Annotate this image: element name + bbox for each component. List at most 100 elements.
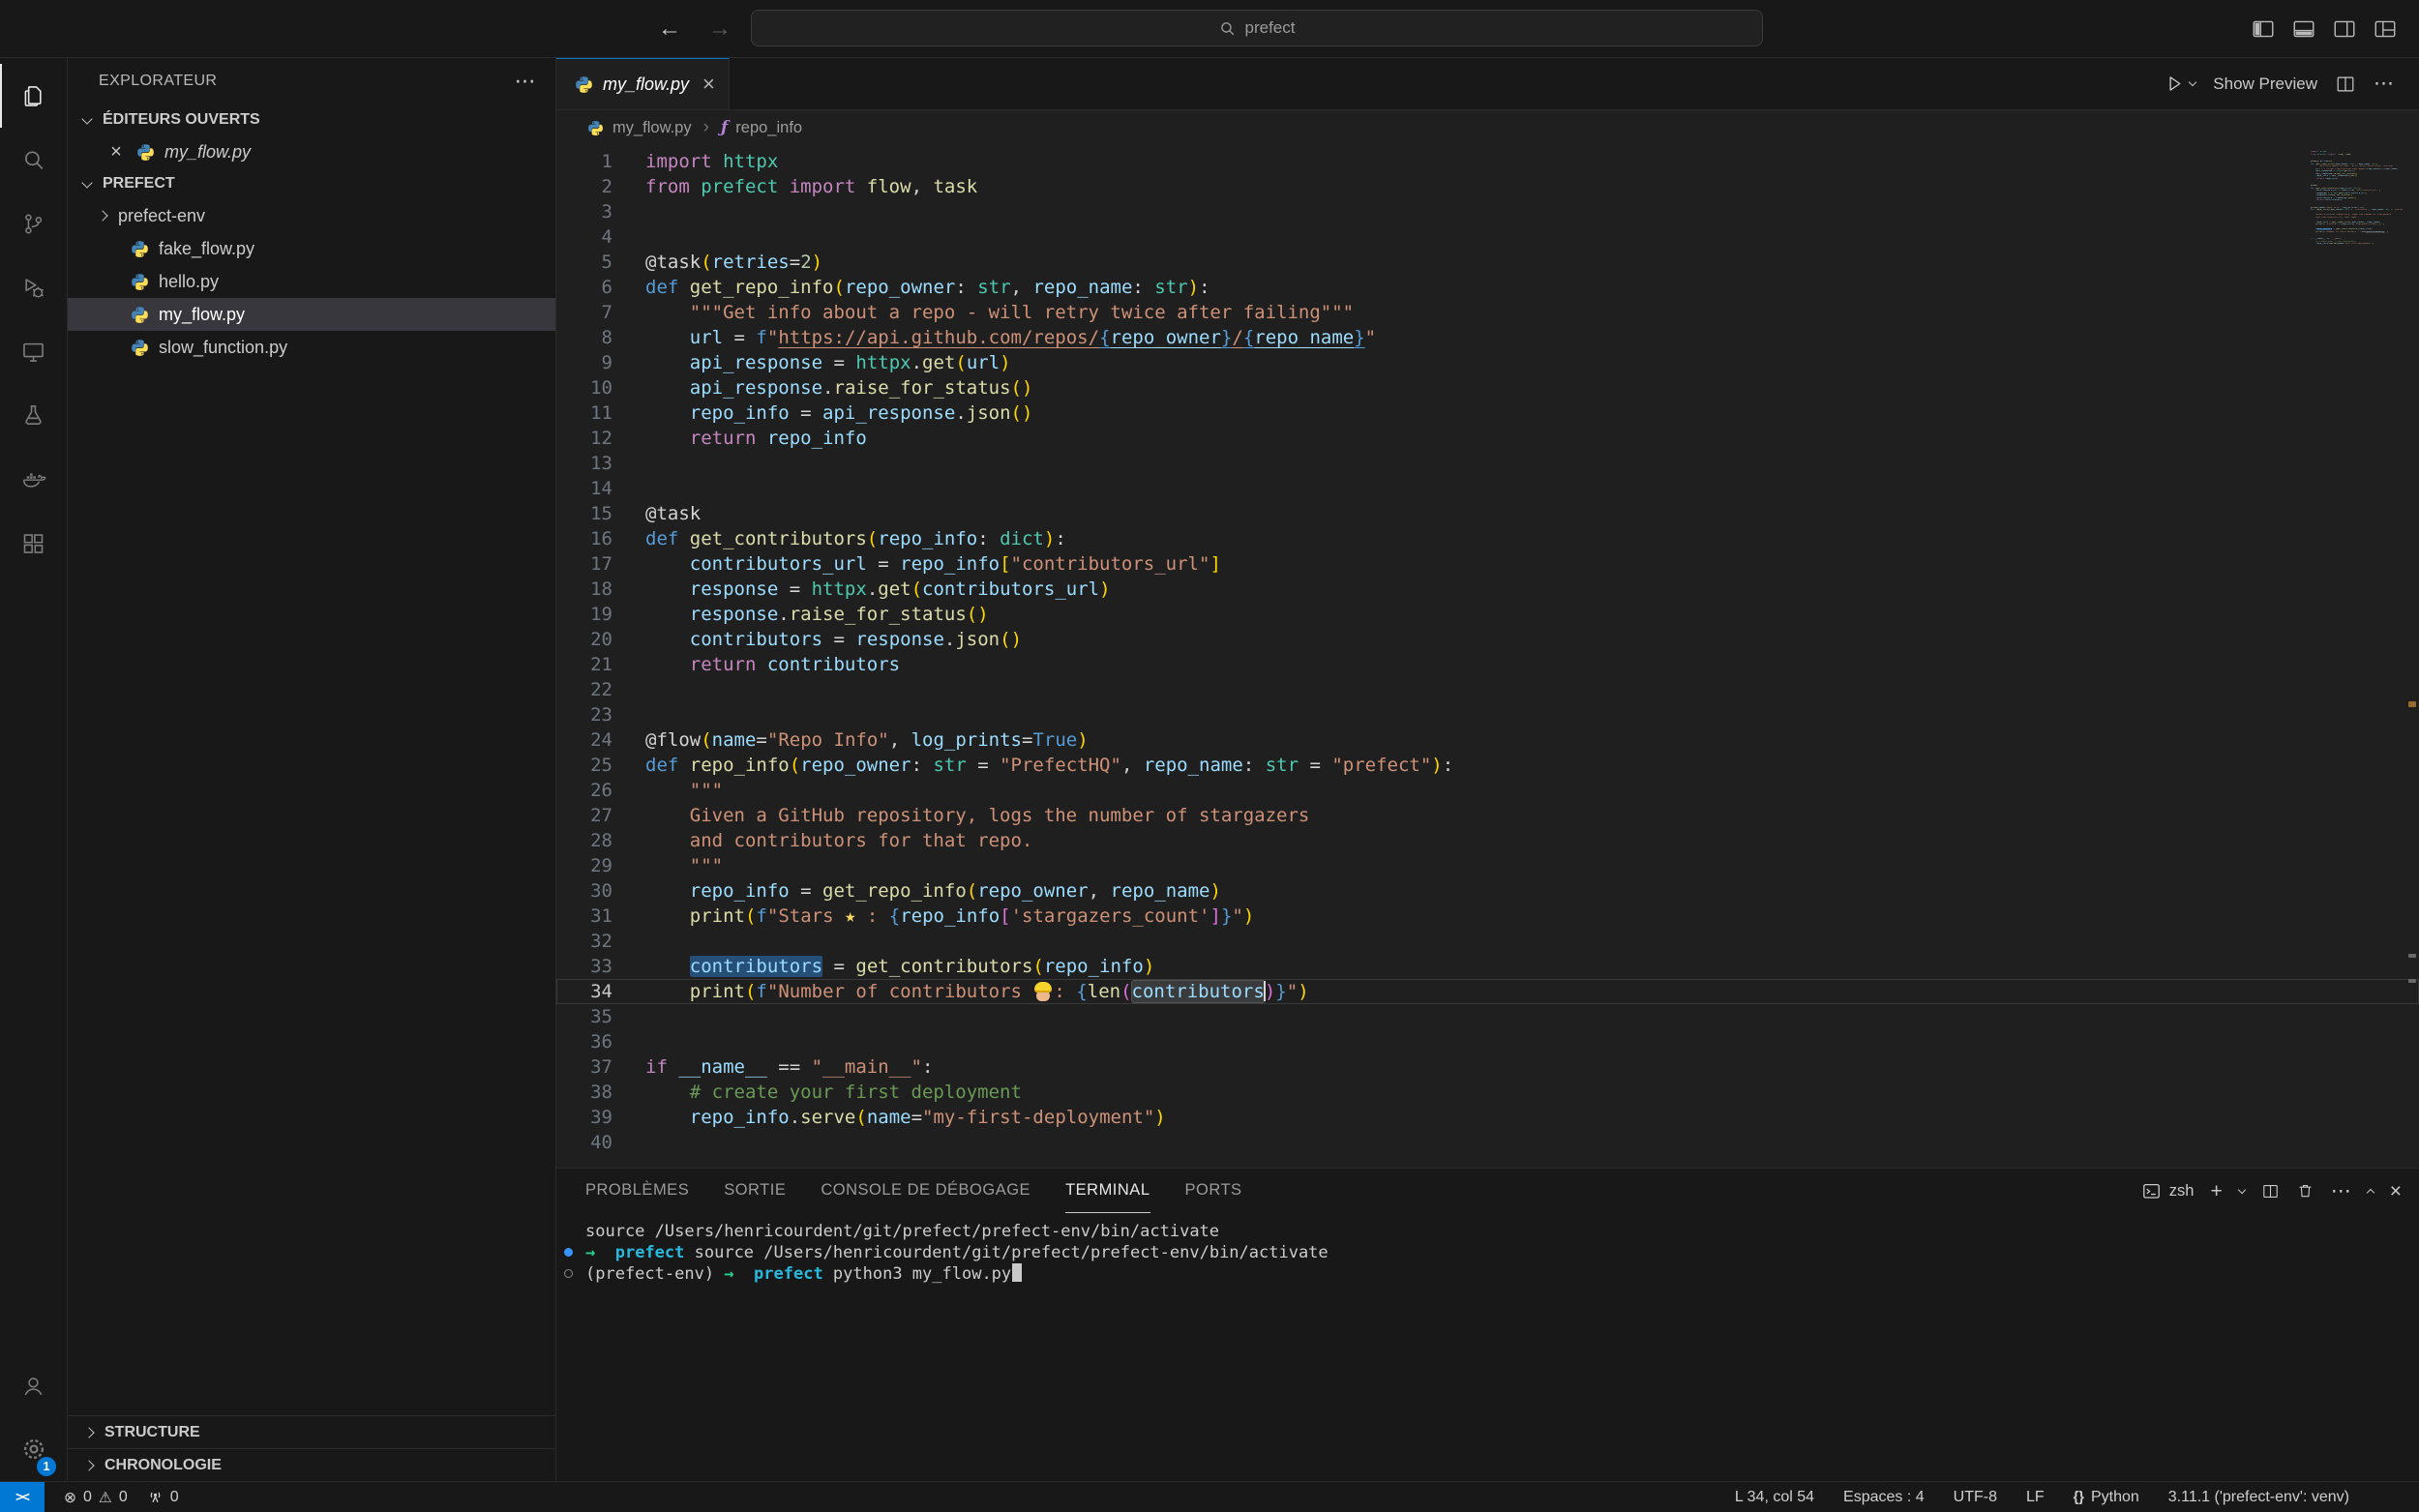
code-line[interactable]: 21 return contributors (556, 652, 2419, 677)
panel-tab-console-de-d-bogage[interactable]: CONSOLE DE DÉBOGAGE (821, 1169, 1030, 1213)
open-editor-item[interactable]: ×my_flow.py (68, 135, 555, 168)
code-line[interactable]: 25def repo_info(repo_owner: str = "Prefe… (556, 753, 2419, 778)
code-line[interactable]: 8 url = f"https://api.github.com/repos/{… (556, 325, 2419, 350)
code-line[interactable]: 19 response.raise_for_status() (556, 602, 2419, 627)
toggle-primary-sidebar-icon[interactable] (2251, 16, 2276, 42)
code-line[interactable]: 13 (556, 451, 2419, 476)
editor-tab-my-flow[interactable]: my_flow.py × (556, 58, 730, 109)
code-line[interactable]: 26 """ (556, 778, 2419, 803)
split-terminal-icon[interactable] (2261, 1182, 2280, 1201)
toggle-secondary-sidebar-icon[interactable] (2332, 16, 2357, 42)
cursor-position[interactable]: L 34, col 54 (1735, 1489, 1814, 1506)
code-line[interactable]: 39 repo_info.serve(name="my-first-deploy… (556, 1105, 2419, 1130)
indentation[interactable]: Espaces : 4 (1843, 1489, 1925, 1506)
code-line[interactable]: 28 and contributors for that repo. (556, 828, 2419, 853)
activity-remote-explorer[interactable] (0, 319, 67, 383)
more-actions-icon[interactable]: ⋯ (515, 69, 536, 94)
code-editor[interactable]: 1import httpx2from prefect import flow, … (556, 145, 2419, 1168)
eol[interactable]: LF (2026, 1489, 2045, 1506)
activity-settings[interactable]: 1 (0, 1417, 67, 1481)
code-line[interactable]: 7 """Get info about a repo - will retry … (556, 300, 2419, 325)
file-item-my-flow-py[interactable]: my_flow.py (68, 298, 555, 331)
toggle-panel-icon[interactable] (2291, 16, 2316, 42)
encoding[interactable]: UTF-8 (1954, 1489, 1997, 1506)
customize-layout-icon[interactable] (2373, 16, 2398, 42)
minimap[interactable]: import httpxfrom prefect import flow, ta… (2311, 151, 2404, 248)
more-actions-icon[interactable]: ⋯ (2331, 1181, 2351, 1201)
panel-tab-probl-mes[interactable]: PROBLÈMES (585, 1169, 689, 1213)
code-line[interactable]: 23 (556, 702, 2419, 727)
more-actions-icon[interactable]: ⋯ (2374, 74, 2394, 94)
back-button[interactable]: ← (658, 15, 681, 43)
folder-item-prefect-env[interactable]: prefect-env (68, 199, 555, 232)
file-item-hello-py[interactable]: hello.py (68, 265, 555, 298)
code-line[interactable]: 12 return repo_info (556, 426, 2419, 451)
code-line[interactable]: 29 """ (556, 853, 2419, 878)
ports-status[interactable]: 0 (147, 1489, 179, 1506)
activity-explorer[interactable] (0, 64, 67, 128)
code-line[interactable]: 10 api_response.raise_for_status() (556, 375, 2419, 400)
sidebar-section-chronologie[interactable]: CHRONOLOGIE (68, 1448, 555, 1481)
code-line[interactable]: 32 (556, 929, 2419, 954)
command-decoration-icon[interactable] (564, 1269, 573, 1278)
close-panel-icon[interactable]: × (2390, 1181, 2402, 1201)
breadcrumb-symbol[interactable]: ƒ repo_info (721, 118, 802, 137)
chevron-down-icon[interactable] (2237, 1185, 2245, 1193)
panel-tab-terminal[interactable]: TERMINAL (1065, 1169, 1150, 1213)
code-line[interactable]: 9 api_response = httpx.get(url) (556, 350, 2419, 375)
close-icon[interactable]: × (702, 72, 715, 97)
code-line[interactable]: 34 print(f"Number of contributors : {len… (556, 979, 2419, 1004)
command-decoration-icon[interactable] (564, 1248, 573, 1257)
code-line[interactable]: 31 print(f"Stars ★ : {repo_info['stargaz… (556, 904, 2419, 929)
sidebar-section-structure[interactable]: STRUCTURE (68, 1415, 555, 1448)
language-mode[interactable]: {} Python (2074, 1489, 2139, 1506)
code-line[interactable]: 18 response = httpx.get(contributors_url… (556, 577, 2419, 602)
code-line[interactable]: 35 (556, 1004, 2419, 1029)
open-editors-section-header[interactable]: ÉDITEURS OUVERTS (68, 104, 555, 135)
code-line[interactable]: 20 contributors = response.json() (556, 627, 2419, 652)
code-line[interactable]: 1import httpx (556, 149, 2419, 174)
code-line[interactable]: 6def get_repo_info(repo_owner: str, repo… (556, 275, 2419, 300)
show-preview-button[interactable]: Show Preview (2213, 74, 2317, 94)
code-line[interactable]: 27 Given a GitHub repository, logs the n… (556, 803, 2419, 828)
breadcrumb-file[interactable]: my_flow.py (585, 118, 692, 137)
split-editor-icon[interactable] (2335, 74, 2356, 95)
kill-terminal-icon[interactable] (2296, 1182, 2314, 1201)
terminal-instance[interactable]: zsh (2142, 1182, 2195, 1201)
panel-tab-ports[interactable]: PORTS (1185, 1169, 1242, 1213)
code-line[interactable]: 36 (556, 1029, 2419, 1054)
command-center-search[interactable]: prefect (751, 10, 1763, 46)
new-terminal-icon[interactable]: + (2210, 1181, 2222, 1201)
code-line[interactable]: 40 (556, 1130, 2419, 1155)
terminal-view[interactable]: source /Users/henricourdent/git/prefect/… (556, 1213, 2419, 1481)
forward-button[interactable]: → (708, 15, 732, 43)
code-line[interactable]: 37if __name__ == "__main__": (556, 1054, 2419, 1080)
code-line[interactable]: 2from prefect import flow, task (556, 174, 2419, 199)
file-item-slow-function-py[interactable]: slow_function.py (68, 331, 555, 364)
code-line[interactable]: 22 (556, 677, 2419, 702)
code-line[interactable]: 3 (556, 199, 2419, 224)
code-line[interactable]: 30 repo_info = get_repo_info(repo_owner,… (556, 878, 2419, 904)
file-item-fake-flow-py[interactable]: fake_flow.py (68, 232, 555, 265)
python-interpreter[interactable]: 3.11.1 ('prefect-env': venv) (2168, 1489, 2349, 1506)
code-line[interactable]: 5@task(retries=2) (556, 250, 2419, 275)
code-line[interactable]: 33 contributors = get_contributors(repo_… (556, 954, 2419, 979)
project-section-header[interactable]: PREFECT (68, 168, 555, 199)
activity-testing[interactable] (0, 383, 67, 447)
activity-run-debug[interactable] (0, 255, 67, 319)
activity-search[interactable] (0, 128, 67, 192)
close-icon[interactable]: × (106, 141, 126, 163)
code-line[interactable]: 38 # create your first deployment (556, 1080, 2419, 1105)
code-line[interactable]: 15@task (556, 501, 2419, 526)
remote-indicator[interactable]: >< (0, 1482, 45, 1512)
activity-source-control[interactable] (0, 192, 67, 255)
code-line[interactable]: 11 repo_info = api_response.json() (556, 400, 2419, 426)
code-line[interactable]: 14 (556, 476, 2419, 501)
chevron-up-icon[interactable] (2366, 1189, 2374, 1197)
activity-docker[interactable] (0, 447, 67, 511)
run-python-file-button[interactable] (2165, 74, 2195, 94)
panel-tab-sortie[interactable]: SORTIE (724, 1169, 786, 1213)
activity-extensions[interactable] (0, 511, 67, 575)
code-line[interactable]: 24@flow(name="Repo Info", log_prints=Tru… (556, 727, 2419, 753)
code-line[interactable]: 4 (556, 224, 2419, 250)
